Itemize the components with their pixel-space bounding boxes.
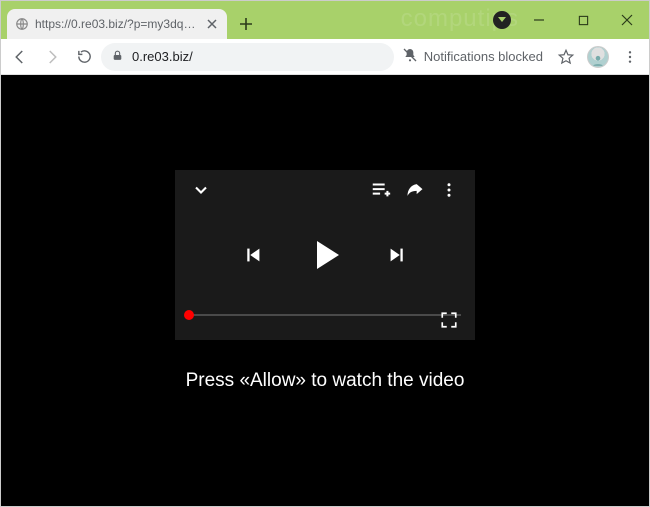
profile-indicator-icon[interactable]	[493, 11, 511, 29]
nav-reload-button[interactable]	[69, 42, 99, 72]
lock-icon	[111, 49, 124, 65]
avatar-icon	[587, 46, 609, 68]
nav-back-button[interactable]	[5, 42, 35, 72]
new-tab-button[interactable]	[233, 11, 259, 37]
browser-menu-button[interactable]	[615, 42, 645, 72]
tab-title: https://0.re03.biz/?p=my3dqnbx	[35, 17, 199, 31]
window-titlebar: https://0.re03.biz/?p=my3dqnbx computips	[1, 1, 649, 39]
window-controls	[493, 1, 649, 39]
page-caption: Press «Allow» to watch the video	[186, 370, 465, 392]
progress-handle-icon[interactable]	[184, 310, 194, 320]
globe-icon	[15, 17, 29, 31]
window-maximize-button[interactable]	[561, 5, 605, 35]
skip-previous-icon[interactable]	[241, 243, 265, 267]
address-bar[interactable]: 0.re03.biz/	[101, 43, 394, 71]
browser-toolbar: 0.re03.biz/ Notifications blocked	[1, 39, 649, 75]
bell-off-icon	[402, 47, 418, 66]
address-bar-text: 0.re03.biz/	[132, 49, 193, 64]
profile-avatar[interactable]	[583, 42, 613, 72]
notifications-blocked-label: Notifications blocked	[424, 49, 543, 64]
browser-tab[interactable]: https://0.re03.biz/?p=my3dqnbx	[7, 9, 227, 39]
notifications-blocked-chip[interactable]: Notifications blocked	[396, 47, 549, 66]
bookmark-star-button[interactable]	[551, 42, 581, 72]
video-player[interactable]	[175, 170, 475, 340]
play-icon[interactable]	[313, 243, 337, 267]
page-content: Press «Allow» to watch the video	[1, 75, 649, 506]
skip-next-icon[interactable]	[385, 243, 409, 267]
tab-close-icon[interactable]	[205, 16, 219, 32]
window-minimize-button[interactable]	[517, 5, 561, 35]
window-close-button[interactable]	[605, 5, 649, 35]
progress-bar[interactable]	[189, 314, 461, 316]
nav-forward-button[interactable]	[37, 42, 67, 72]
fullscreen-icon[interactable]	[437, 308, 461, 332]
